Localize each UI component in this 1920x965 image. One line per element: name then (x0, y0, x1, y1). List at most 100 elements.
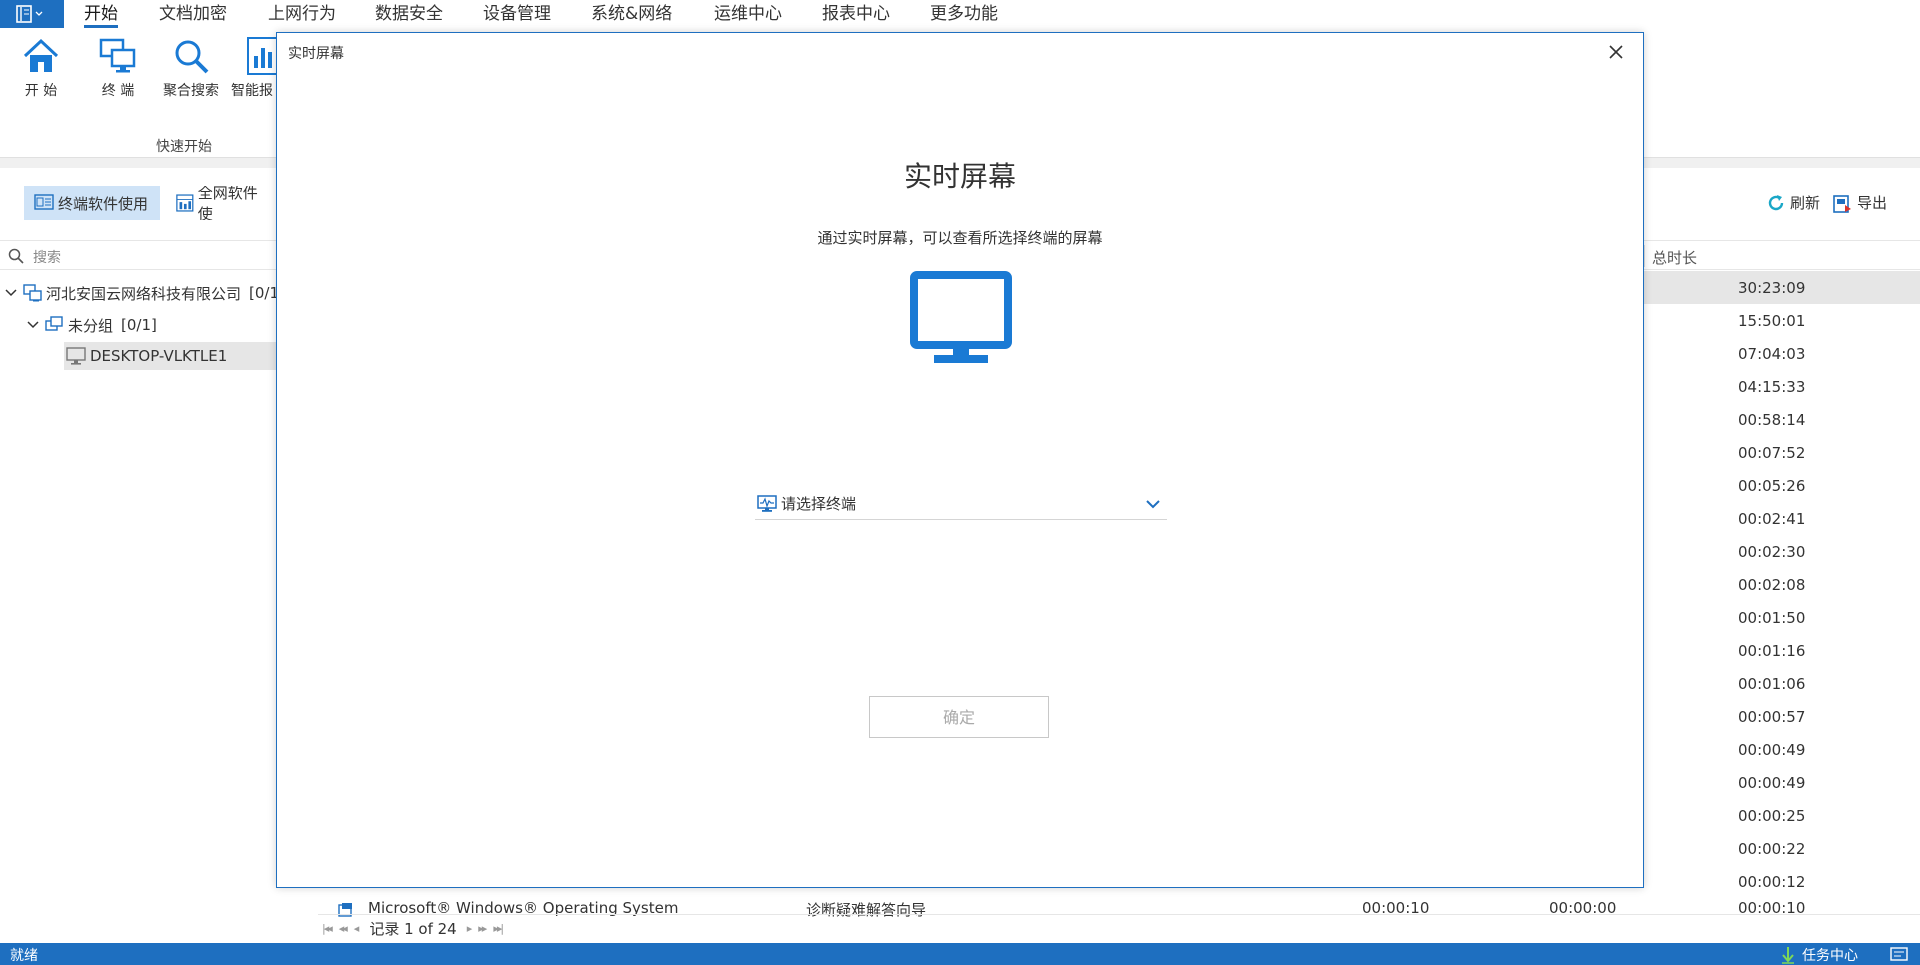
table-row[interactable]: 07:04:03 (1640, 337, 1920, 370)
ribbon-terminals-button[interactable]: 终 端 (95, 36, 141, 100)
dialog-heading: 实时屏幕 (903, 160, 1016, 193)
menu-internet-behavior[interactable]: 上网行为 (268, 3, 336, 25)
terminals-icon (99, 38, 136, 73)
ribbon-terminals-label: 终 端 (101, 83, 135, 99)
app-menu-button[interactable] (0, 0, 64, 28)
table-row[interactable]: 30:23:09 (1640, 271, 1920, 304)
duration-cell: 00:01:16 (1738, 642, 1806, 660)
tree-device-label: DESKTOP-VLKTLE1 (90, 347, 228, 365)
pager-prev-icon[interactable]: ◂ (354, 922, 359, 935)
duration-cell: 00:02:08 (1738, 576, 1806, 594)
refresh-button[interactable]: 刷新 (1766, 192, 1820, 213)
menu-data-security[interactable]: 数据安全 (375, 3, 443, 25)
network-software-icon (176, 194, 194, 212)
duration-cell: 15:50:01 (1738, 312, 1806, 330)
computer-icon (66, 347, 86, 365)
ribbon-start-button[interactable]: 开 始 (18, 36, 64, 100)
chevron-down-icon[interactable] (1145, 498, 1161, 510)
column-header-label: 总时长 (1652, 249, 1698, 267)
download-arrow-icon (1782, 947, 1794, 964)
table-row[interactable]: 00:07:52 (1640, 436, 1920, 469)
menu-ops-center[interactable]: 运维中心 (714, 3, 782, 25)
close-icon[interactable] (1605, 41, 1627, 63)
table-row[interactable]: 15:50:01 (1640, 304, 1920, 337)
notification-icon[interactable] (1890, 947, 1908, 961)
tab-network-software-label: 全网软件使 (197, 186, 258, 220)
tree-node-ungrouped[interactable]: 未分组 [0/1] (26, 311, 157, 339)
table-row[interactable]: 00:02:41 (1640, 502, 1920, 535)
app-icon (338, 903, 352, 917)
duration-cell: 00:00:49 (1738, 741, 1806, 759)
network-group-icon (23, 284, 42, 302)
pager-prev-page-icon[interactable]: ◂◂ (339, 922, 348, 935)
menu-more-functions[interactable]: 更多功能 (930, 3, 998, 25)
duration-cell: 07:04:03 (1738, 345, 1806, 363)
table-row[interactable]: 00:00:57 (1640, 700, 1920, 733)
tree-node-device[interactable]: DESKTOP-VLKTLE1 (64, 342, 276, 370)
tab-terminal-software-label: 终端软件使用 (58, 194, 149, 213)
pager-first-icon[interactable]: |◂◂ (322, 922, 333, 935)
duration-cell: 00:00:49 (1738, 774, 1806, 792)
tree-search-input[interactable]: 搜索 (33, 247, 61, 267)
table-row[interactable]: 00:01:06 (1640, 667, 1920, 700)
app-menu-icon (16, 5, 43, 23)
table-row[interactable]: 00:00:22 (1640, 832, 1920, 865)
ribbon-group-label: 快速开始 (156, 139, 212, 155)
duration-cell: 04:15:33 (1738, 378, 1806, 396)
terminal-select[interactable]: 请选择终端 (755, 488, 1167, 520)
pager: |◂◂ ◂◂ ◂ 记录 1 of 24 ▸ ▸▸ ▸▸| (322, 918, 510, 939)
duration-cell: 00:02:30 (1738, 543, 1806, 561)
table-row[interactable]: 00:02:08 (1640, 568, 1920, 601)
refresh-icon (1768, 194, 1784, 210)
status-text: 就绪 (10, 948, 38, 964)
table-row[interactable]: 00:00:49 (1640, 733, 1920, 766)
duration-cell: 00:01:50 (1738, 609, 1806, 627)
pager-next-page-icon[interactable]: ▸▸ (478, 922, 487, 935)
menu-doc-encryption[interactable]: 文档加密 (159, 3, 227, 25)
menu-start[interactable]: 开始 (84, 3, 118, 28)
duration-cell: 00:00:12 (1738, 873, 1806, 891)
duration-cell: 00:05:26 (1738, 477, 1806, 495)
task-center-button[interactable]: 任务中心 (1780, 945, 1858, 965)
ribbon-report-button[interactable]: 智能报 (231, 36, 276, 100)
group-icon (45, 316, 63, 331)
export-label: 导出 (1857, 194, 1888, 212)
duration-cell: 00:00:25 (1738, 807, 1806, 825)
software-usage-icon (34, 194, 54, 210)
ribbon-report-label: 智能报 (231, 83, 273, 99)
table-row[interactable]: 04:15:33 (1640, 370, 1920, 403)
tab-terminal-software-usage[interactable]: 终端软件使用 (24, 186, 161, 220)
report-icon (247, 37, 276, 75)
ribbon-search-button[interactable]: 聚合搜索 (160, 36, 222, 100)
search-icon (8, 248, 24, 264)
tree-group-label: 未分组 (68, 316, 114, 335)
tree-company-count: [0/1 (249, 284, 276, 302)
tree-node-company[interactable]: 河北安国云网络科技有限公司 [0/1 (4, 279, 276, 307)
search-icon (175, 40, 209, 74)
dialog-description: 通过实时屏幕，可以查看所选择终端的屏幕 (817, 229, 1103, 247)
terminal-select-value: 请选择终端 (781, 495, 857, 513)
export-button[interactable]: 导出 (1833, 192, 1887, 213)
table-row[interactable]: 00:58:14 (1640, 403, 1920, 436)
table-row[interactable]: 00:00:12 (1640, 865, 1920, 898)
menu-report-center[interactable]: 报表中心 (822, 3, 890, 25)
tree-group-count: [0/1] (121, 316, 157, 334)
table-row[interactable]: 00:01:50 (1640, 601, 1920, 634)
ok-button[interactable]: 确定 (869, 696, 1049, 738)
tree-search[interactable]: 搜索 (0, 240, 276, 270)
tab-network-software-usage[interactable]: 全网软件使 (166, 186, 276, 220)
menu-system-network[interactable]: 系统&网络 (591, 3, 672, 25)
bottom-row-app: 诊断疑难解答向导 (806, 901, 927, 919)
table-row[interactable]: 00:01:16 (1640, 634, 1920, 667)
column-header-total-duration[interactable]: 总时长 (1640, 240, 1920, 270)
table-row[interactable]: 00:05:26 (1640, 469, 1920, 502)
ribbon-start-label: 开 始 (24, 83, 58, 99)
pager-next-icon[interactable]: ▸ (467, 922, 472, 935)
pager-last-icon[interactable]: ▸▸| (493, 922, 504, 935)
table-row[interactable]: 00:00:49 (1640, 766, 1920, 799)
table-row[interactable]: 00:00:25 (1640, 799, 1920, 832)
pager-divider (318, 914, 1920, 915)
duration-cell: 00:00:57 (1738, 708, 1806, 726)
table-row[interactable]: 00:02:30 (1640, 535, 1920, 568)
menu-device-management[interactable]: 设备管理 (483, 3, 551, 25)
